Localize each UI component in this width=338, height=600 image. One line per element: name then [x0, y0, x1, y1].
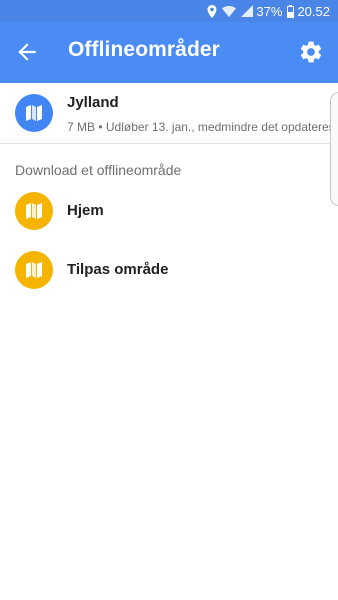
map-icon [26, 262, 42, 278]
status-bar: 37% 20.52 [0, 0, 338, 22]
settings-button[interactable] [298, 39, 324, 65]
wifi-icon [222, 5, 237, 17]
area-details: 7 MB • Udløber 13. jan., medmindre det o… [67, 120, 335, 134]
page-title: Offlineområder [68, 38, 220, 61]
divider [0, 143, 338, 144]
download-home-item[interactable]: Hjem [0, 186, 338, 236]
home-icon-badge [15, 192, 53, 230]
map-icon [26, 105, 42, 121]
custom-area-icon-badge [15, 251, 53, 289]
app-bar: Offlineområder [0, 22, 338, 83]
back-button[interactable] [14, 39, 40, 65]
signal-icon [241, 5, 254, 17]
gear-icon [300, 41, 322, 63]
map-icon [26, 203, 42, 219]
area-name: Jylland [67, 94, 119, 111]
battery-percentage: 37% [256, 3, 283, 19]
location-icon [207, 4, 217, 18]
clock: 20.52 [297, 3, 330, 19]
battery-icon [287, 4, 295, 18]
offline-area-jylland[interactable]: Jylland 7 MB • Udløber 13. jan., medmind… [0, 83, 338, 143]
edge-panel-handle[interactable] [330, 92, 338, 206]
download-custom-area-item[interactable]: Tilpas område [0, 246, 338, 296]
area-icon-badge [15, 94, 53, 132]
arrow-back-icon [18, 43, 36, 61]
custom-area-label: Tilpas område [67, 261, 169, 278]
section-header: Download et offlineområde [15, 162, 182, 178]
home-label: Hjem [67, 202, 104, 219]
